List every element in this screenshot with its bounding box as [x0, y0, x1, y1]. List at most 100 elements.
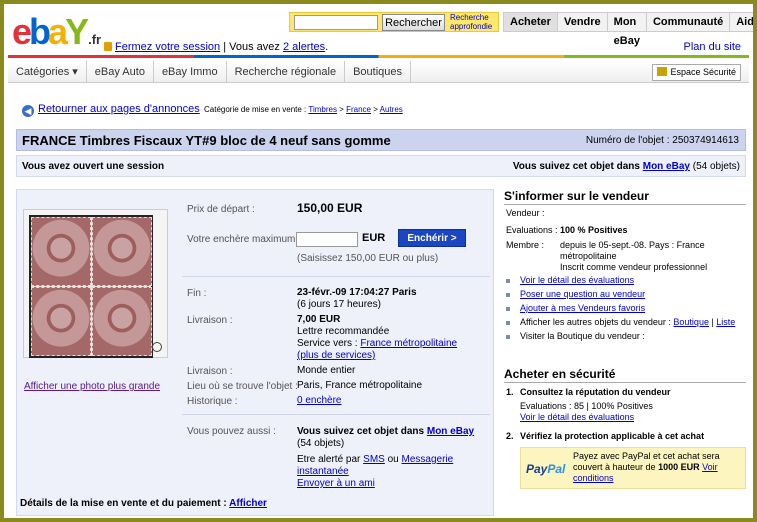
other-items-list-link[interactable]: Liste: [716, 317, 735, 327]
item-title-bar: FRANCE Timbres Fiscaux YT#9 bloc de 4 ne…: [16, 129, 746, 151]
bid-currency: EUR: [362, 232, 386, 244]
follow-my-ebay-link[interactable]: Mon eBay: [427, 426, 474, 437]
im-alert-link-2[interactable]: instantanée: [297, 466, 349, 478]
category-nav: Catégories ▾ eBay Auto eBay Immo Recherc…: [8, 61, 749, 83]
search-button[interactable]: Rechercher: [382, 14, 445, 31]
follow-count: (54 objets): [297, 438, 345, 449]
step-2-title: Vérifiez la protection applicable à cet …: [520, 431, 705, 441]
more-services-link[interactable]: (plus de services): [297, 350, 375, 362]
search-input[interactable]: [294, 15, 378, 30]
ask-seller-link[interactable]: Poser une question au vendeur: [520, 289, 645, 300]
crumb-france[interactable]: France: [346, 105, 371, 114]
max-bid-input[interactable]: [296, 232, 358, 247]
nav-boutiques[interactable]: Boutiques: [345, 61, 412, 82]
show-details-link[interactable]: Afficher: [229, 498, 267, 509]
step-1-number: 1.: [506, 387, 514, 397]
alert-line: Etre alerté par SMS ou Messagerie: [297, 454, 454, 465]
shipping-service: Service vers : France métropolitaine: [297, 338, 458, 349]
nav-regional-search[interactable]: Recherche régionale: [227, 61, 346, 82]
nav-categories[interactable]: Catégories ▾: [8, 61, 87, 82]
close-session-link[interactable]: Fermez votre session: [115, 41, 220, 53]
shipping-method: Lettre recommandée: [297, 326, 390, 337]
paypal-protection-box: PayPal Payez avec PayPal et cet achat se…: [520, 447, 746, 489]
member-line-1: depuis le 05-sept.-08. Pays : France: [560, 240, 705, 250]
shipping-service-link[interactable]: France métropolitaine: [360, 338, 457, 349]
delivery-label: Livraison :: [187, 366, 233, 377]
watching-my-ebay-link[interactable]: Mon eBay: [643, 161, 690, 172]
nav-aide[interactable]: Aide: [729, 13, 753, 31]
end-date: 23-févr.-09 17:04:27 Paris: [297, 287, 417, 298]
visit-shop[interactable]: Visiter la Boutique du vendeur :: [520, 331, 645, 342]
alerts-link[interactable]: 2 alertes: [283, 41, 325, 53]
nav-mon-ebay[interactable]: Mon eBay: [606, 13, 646, 47]
stamp-image: [31, 217, 91, 286]
shipping-label: Livraison :: [187, 315, 233, 326]
bullet-icon: [506, 279, 510, 283]
nav-ebay-immo[interactable]: eBay Immo: [154, 61, 227, 82]
security-icon: [657, 67, 668, 76]
nav-communaute[interactable]: Communauté: [645, 13, 729, 31]
bid-history-link[interactable]: 0 enchère: [297, 395, 341, 407]
back-link[interactable]: Retourner aux pages d'annonces: [38, 103, 200, 115]
session-opened: Vous avez ouvert une session: [22, 161, 165, 172]
member-line-3: Inscrit comme vendeur professionnel: [560, 262, 708, 272]
start-price: 150,00 EUR: [297, 201, 363, 215]
watching-info: Vous suivez cet objet dans Mon eBay (54 …: [512, 161, 740, 172]
paypal-text: Payez avec PayPal et cet achat sera couv…: [573, 451, 720, 483]
larger-photo-link[interactable]: Afficher une photo plus grande: [24, 381, 160, 392]
copyright-mark: [152, 342, 162, 352]
nav-acheter[interactable]: Acheter: [504, 13, 557, 31]
add-favorite-seller-link[interactable]: Ajouter à mes Vendeurs favoris: [520, 303, 645, 314]
divider: [182, 414, 490, 415]
listing-details-row: Détails de la mise en vente et du paieme…: [20, 498, 267, 509]
item-title: FRANCE Timbres Fiscaux YT#9 bloc de 4 ne…: [22, 133, 391, 148]
send-to-friend-link[interactable]: Envoyer à un ami: [297, 478, 375, 490]
bullet-icon: [506, 293, 510, 297]
can-also-label: Vous pouvez aussi :: [187, 426, 276, 437]
top-nav: Acheter Vendre Mon eBay Communauté Aide: [503, 12, 753, 47]
session-line: Fermez votre session | Vous avez 2 alert…: [104, 41, 328, 53]
secure-space-button[interactable]: Espace Sécurité: [652, 64, 741, 81]
place-bid-button[interactable]: Enchérir >: [398, 229, 466, 247]
location-value: Paris, France métropolitaine: [297, 380, 423, 391]
member-line-2: métropolitaine: [560, 251, 617, 261]
shipping-cost: 7,00 EUR: [297, 314, 341, 325]
step-1-feedback-link[interactable]: Voir le détail des évaluations: [520, 412, 634, 423]
start-price-label: Prix de départ :: [187, 204, 255, 215]
lock-icon: [104, 42, 112, 51]
bullet-icon: [506, 321, 510, 325]
stamp-image: [31, 287, 91, 356]
paypal-logo: PayPal: [526, 462, 566, 476]
step-2-number: 2.: [506, 431, 514, 441]
seller-label: Vendeur :: [506, 208, 545, 218]
item-photo[interactable]: [29, 215, 153, 358]
session-bar: Vous avez ouvert une session Vous suivez…: [16, 155, 746, 177]
end-remaining: (6 jours 17 heures): [297, 299, 381, 310]
crumb-autres[interactable]: Autres: [380, 105, 403, 114]
stamp-image: [92, 217, 152, 286]
step-1-line: Evaluations : 85 | 100% Positives: [520, 401, 653, 411]
sms-alert-link[interactable]: SMS: [363, 454, 385, 465]
site-map-link[interactable]: Plan du site: [684, 41, 741, 53]
max-bid-label: Votre enchère maximum :: [187, 234, 301, 245]
history-label: Historique :: [187, 396, 238, 407]
crumb-timbres[interactable]: Timbres: [308, 105, 337, 114]
bullet-icon: [506, 307, 510, 311]
end-label: Fin :: [187, 288, 207, 299]
other-items-boutique-link[interactable]: Boutique: [673, 317, 709, 327]
stamp-image: [92, 287, 152, 356]
header-divider: [8, 55, 749, 58]
nav-vendre[interactable]: Vendre: [556, 13, 607, 31]
advanced-search-link[interactable]: Recherche approfondie: [450, 13, 492, 31]
breadcrumb: Catégorie de mise en vente : Timbres > F…: [204, 105, 403, 114]
delivery-value: Monde entier: [297, 365, 356, 376]
back-to-listings[interactable]: ◀ Retourner aux pages d'annonces: [22, 103, 200, 117]
bullet-icon: [506, 335, 510, 339]
secure-heading: Acheter en sécurité: [504, 367, 746, 383]
im-alert-link[interactable]: Messagerie: [402, 454, 454, 465]
nav-ebay-auto[interactable]: eBay Auto: [87, 61, 154, 82]
seller-feedback-link[interactable]: Voir le détail des évaluations: [520, 275, 634, 286]
bid-panel: Afficher une photo plus grande Prix de d…: [16, 189, 494, 516]
follow-item: Vous suivez cet objet dans Mon eBay: [297, 426, 475, 437]
ebay-logo[interactable]: ebaY .fr: [12, 14, 101, 58]
